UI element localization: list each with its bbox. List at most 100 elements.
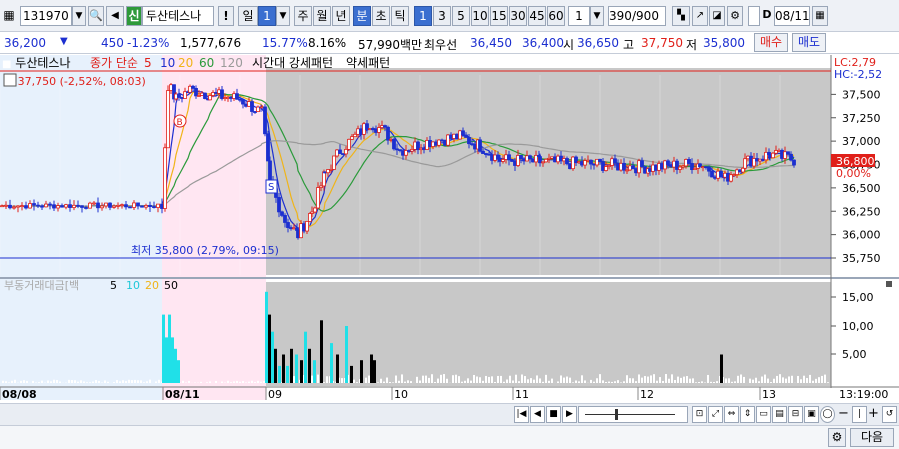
volume-bar — [209, 381, 211, 383]
footer-gear-icon[interactable]: ⚙ — [828, 428, 846, 447]
next-button[interactable]: 다음 — [850, 428, 894, 447]
chart-type-icon[interactable]: ◪ — [709, 6, 725, 26]
legend-ma5[interactable]: 5 — [144, 56, 152, 70]
candle-body — [286, 222, 290, 228]
candle-body — [531, 158, 535, 163]
minute-30[interactable]: 30 — [509, 6, 527, 26]
tree-icon[interactable]: ▦ — [2, 6, 16, 26]
count-dropdown-icon[interactable]: ▼ — [590, 6, 604, 26]
date-input[interactable]: 08/11 — [774, 6, 810, 26]
code-input[interactable]: 131970 — [20, 6, 72, 26]
period-minute[interactable]: 분 — [353, 6, 371, 26]
scroll-prev-icon[interactable]: ◀ — [530, 406, 545, 423]
snapshot-icon[interactable]: ▣ — [804, 406, 819, 423]
minute-15[interactable]: 15 — [490, 6, 508, 26]
volume-ma5[interactable]: 5 — [110, 279, 117, 292]
volume-bar — [293, 376, 295, 383]
candle-body — [780, 149, 784, 159]
zoom-slider-icon[interactable]: | — [852, 406, 867, 423]
code-dropdown-icon[interactable]: ▼ — [72, 6, 86, 26]
candle-settings-icon[interactable]: ▚ — [672, 6, 690, 26]
scroll-next-icon[interactable]: ▶ — [562, 406, 577, 423]
legend-pattern-strong[interactable]: 시간대 강세패턴 — [252, 56, 333, 70]
price-chart[interactable]: 37,50037,25037,00036,75036,50036,25036,0… — [0, 55, 899, 400]
gear-icon[interactable]: ⚙ — [727, 6, 743, 26]
scroll-slider[interactable] — [578, 406, 688, 423]
stock-name[interactable]: 두산테스나 — [142, 6, 214, 26]
alert-button[interactable]: ! — [218, 6, 234, 26]
period-month[interactable]: 월 — [313, 6, 331, 26]
legend-ma-label[interactable]: 종가 단순 — [90, 56, 138, 70]
minute-5[interactable]: 5 — [452, 6, 470, 26]
search-zoom-icon[interactable]: ◯ — [820, 406, 835, 423]
link-icon[interactable]: ⤢ — [708, 406, 723, 423]
speaker-icon[interactable]: ◀ — [106, 6, 124, 26]
legend-ma10[interactable]: 10 — [160, 56, 175, 70]
volume-ma50[interactable]: 50 — [164, 279, 178, 292]
date-checkbox[interactable] — [748, 6, 760, 26]
minute-60[interactable]: 60 — [547, 6, 565, 26]
lock-icon[interactable]: ⊟ — [788, 406, 803, 423]
calendar-small-icon[interactable] — [3, 73, 17, 87]
sell-button[interactable]: 매도 — [792, 33, 826, 52]
volume-bar — [20, 380, 22, 383]
candle-body — [525, 155, 529, 162]
minute-10[interactable]: 10 — [471, 6, 489, 26]
volume-bar — [461, 381, 463, 383]
candle-body — [76, 204, 80, 207]
period-week[interactable]: 주 — [294, 6, 312, 26]
candle-body — [707, 166, 711, 172]
volume-bar — [56, 379, 58, 383]
candle-body — [108, 202, 112, 208]
period-second[interactable]: 초 — [372, 6, 390, 26]
candle-body — [386, 126, 390, 141]
volume-bar — [8, 382, 10, 383]
legend-ma120[interactable]: 120 — [220, 56, 243, 70]
candle-body — [568, 163, 572, 170]
volume-bar — [752, 379, 754, 383]
expand-icon[interactable]: ⇔ — [724, 406, 739, 423]
volume-ma10[interactable]: 10 — [126, 279, 140, 292]
candle-body — [640, 160, 644, 168]
volume-ma20[interactable]: 20 — [145, 279, 159, 292]
legend-pattern-weak[interactable]: 약세패턴 — [346, 55, 390, 70]
period-count[interactable]: 1 — [258, 6, 276, 26]
candle-body — [586, 159, 590, 162]
period-year[interactable]: 년 — [332, 6, 350, 26]
page-current[interactable]: 390 — [608, 6, 632, 26]
stop-icon[interactable]: ■ — [546, 406, 561, 423]
collapse-icon[interactable]: ⇕ — [740, 406, 755, 423]
volume-bar — [506, 379, 508, 383]
minute-3[interactable]: 3 — [433, 6, 451, 26]
calendar-icon[interactable]: ▦ — [812, 6, 828, 26]
view-icon[interactable]: ▭ — [756, 406, 771, 423]
best-ask: 36,450 — [470, 36, 512, 50]
buy-button[interactable]: 매수 — [754, 33, 788, 52]
zoom-in-button[interactable]: + — [866, 406, 881, 423]
candle-body — [625, 169, 629, 172]
legend-ma60[interactable]: 60 — [199, 56, 214, 70]
volume-bar — [116, 380, 118, 383]
reset-icon[interactable]: ↺ — [882, 406, 897, 423]
zoom-fit-icon[interactable]: ⊡ — [692, 406, 707, 423]
chart-mode-icon[interactable]: ▤ — [772, 406, 787, 423]
zoom-out-button[interactable]: − — [836, 406, 851, 423]
candle-body — [283, 215, 287, 223]
trend-icon[interactable]: ↗ — [692, 6, 708, 26]
scroll-first-icon[interactable]: |◀ — [514, 406, 529, 423]
minute-1[interactable]: 1 — [414, 6, 432, 26]
legend-ma20[interactable]: 20 — [178, 56, 193, 70]
period-dropdown-icon[interactable]: ▼ — [276, 6, 290, 26]
volume-bar — [479, 377, 481, 383]
volume-bar — [131, 380, 133, 383]
count-input[interactable]: 1 — [568, 6, 590, 26]
search-icon[interactable]: 🔍 — [88, 6, 104, 26]
minute-45[interactable]: 45 — [528, 6, 546, 26]
period-day-button[interactable]: 일 — [238, 6, 258, 26]
panel-menu-icon[interactable] — [886, 281, 892, 287]
volume-bar — [569, 377, 571, 383]
volume-bar — [614, 381, 616, 383]
period-tick[interactable]: 틱 — [391, 6, 409, 26]
volume-bar — [437, 378, 439, 383]
volume-bar — [563, 377, 565, 383]
